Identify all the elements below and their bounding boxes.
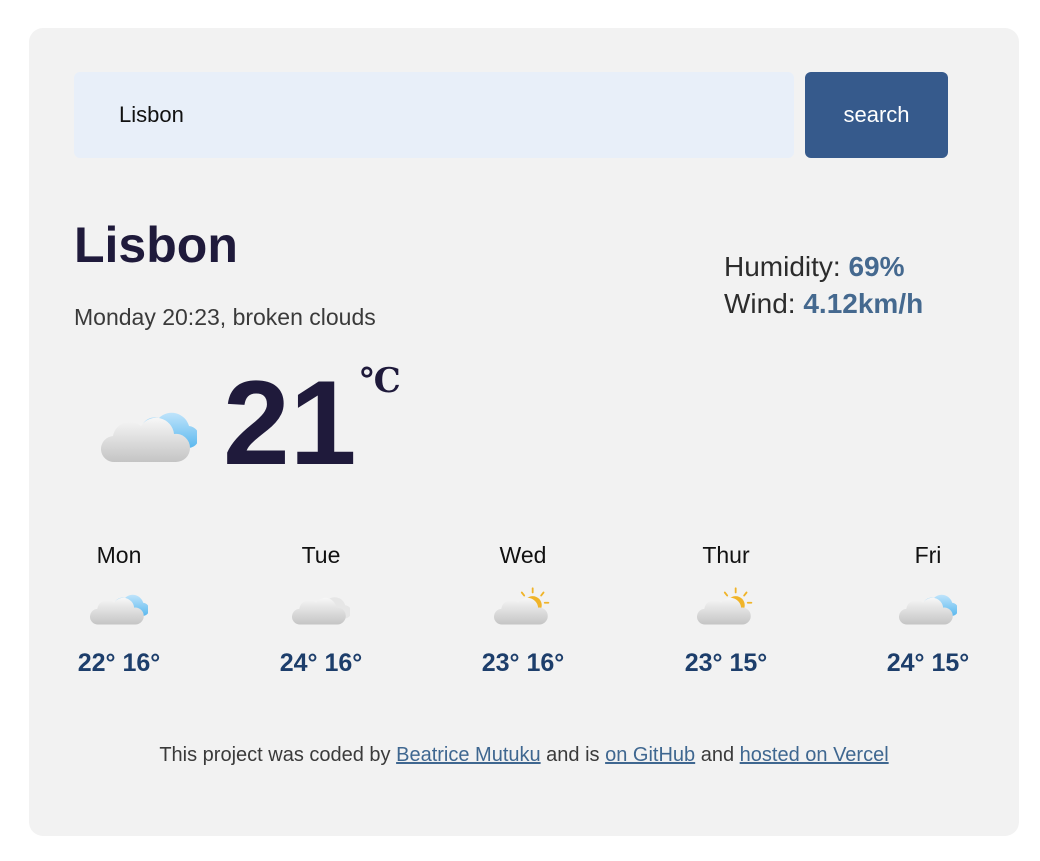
footer-text: and is bbox=[540, 744, 606, 766]
search-button[interactable]: search bbox=[805, 72, 948, 158]
forecast-temperatures: 22° 16° bbox=[77, 649, 161, 677]
weather-app-card: search Lisbon Monday 20:23, broken cloud… bbox=[29, 28, 1019, 836]
broken-clouds-icon bbox=[899, 587, 957, 627]
forecast-day-name: Mon bbox=[96, 542, 142, 568]
description-separator: , bbox=[219, 304, 233, 330]
footer-text: This project was coded by bbox=[159, 744, 397, 766]
wind-label: Wind: bbox=[724, 288, 804, 319]
wind-value: 4.12km/h bbox=[803, 288, 924, 319]
forecast-day: Fri 24° 15° bbox=[873, 542, 983, 678]
current-day-time: Monday 20:23 bbox=[74, 304, 220, 330]
footer-text: and bbox=[695, 744, 740, 766]
humidity-value: 69% bbox=[848, 251, 905, 282]
forecast-temperatures: 24° 15° bbox=[886, 649, 970, 677]
forecast-day: Tue 24° 16° bbox=[266, 542, 376, 678]
humidity-row: Humidity: 69% bbox=[724, 248, 923, 285]
wind-row: Wind: 4.12km/h bbox=[724, 285, 923, 322]
partly-cloudy-icon bbox=[494, 587, 552, 627]
city-search-input[interactable] bbox=[74, 72, 794, 158]
broken-clouds-icon bbox=[101, 400, 197, 466]
forecast-day-name: Tue bbox=[301, 542, 341, 568]
forecast-temperatures: 23° 16° bbox=[481, 649, 565, 677]
city-name: Lisbon bbox=[74, 217, 238, 273]
forecast-day: Mon 22° 16° bbox=[64, 542, 174, 678]
current-description: Monday 20:23, broken clouds bbox=[74, 304, 376, 331]
author-link[interactable]: Beatrice Mutuku bbox=[396, 744, 541, 766]
footer: This project was coded by Beatrice Mutuk… bbox=[29, 744, 1019, 767]
forecast: Mon 22° 16° Tue 24° 16° Wed 23° 16° Thur… bbox=[64, 542, 1004, 702]
current-temperature: 21 bbox=[223, 356, 357, 490]
broken-clouds-icon bbox=[90, 587, 148, 627]
github-link[interactable]: on GitHub bbox=[605, 744, 695, 766]
temperature-unit[interactable]: ℃ bbox=[360, 361, 401, 401]
forecast-day-name: Fri bbox=[914, 542, 942, 568]
forecast-day: Wed 23° 16° bbox=[468, 542, 578, 678]
weather-details: Humidity: 69% Wind: 4.12km/h bbox=[724, 248, 923, 322]
cloud-icon bbox=[292, 587, 350, 627]
forecast-temperatures: 24° 16° bbox=[279, 649, 363, 677]
forecast-temperatures: 23° 15° bbox=[684, 649, 768, 677]
forecast-day-name: Thur bbox=[702, 542, 750, 568]
partly-cloudy-icon bbox=[697, 587, 755, 627]
forecast-day-name: Wed bbox=[499, 542, 547, 568]
humidity-label: Humidity: bbox=[724, 251, 849, 282]
search-form: search bbox=[74, 72, 948, 158]
vercel-link[interactable]: hosted on Vercel bbox=[740, 744, 889, 766]
forecast-day: Thur 23° 15° bbox=[671, 542, 781, 678]
current-condition: broken clouds bbox=[232, 304, 376, 330]
